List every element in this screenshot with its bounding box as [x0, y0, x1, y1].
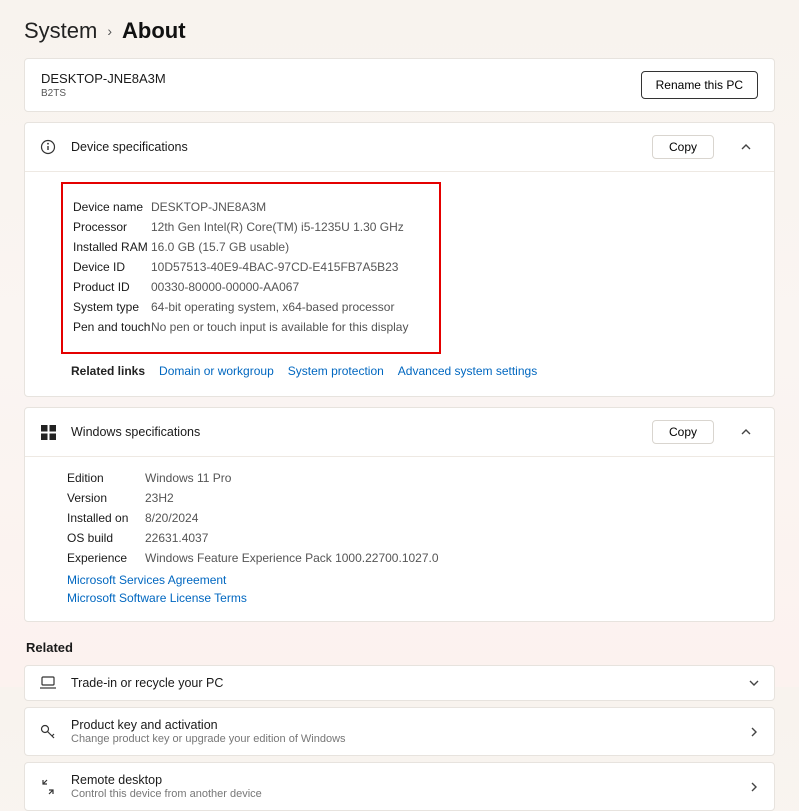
pc-name: DESKTOP-JNE8A3M — [41, 71, 166, 86]
related-tradein[interactable]: Trade-in or recycle your PC — [24, 665, 775, 701]
device-specs-body: Device nameDESKTOP-JNE8A3M Processor12th… — [25, 171, 774, 396]
pc-name-card: DESKTOP-JNE8A3M B2TS Rename this PC — [24, 58, 775, 112]
chevron-right-icon — [748, 726, 760, 738]
spec-value: 12th Gen Intel(R) Core(TM) i5-1235U 1.30… — [151, 218, 404, 236]
spec-value: 64-bit operating system, x64-based proce… — [151, 298, 394, 316]
spec-value: No pen or touch input is available for t… — [151, 318, 408, 336]
spec-value: 10D57513-40E9-4BAC-97CD-E415FB7A5B23 — [151, 258, 398, 276]
copy-device-specs-button[interactable]: Copy — [652, 135, 714, 159]
spec-label: System type — [73, 298, 151, 316]
chevron-right-icon — [748, 781, 760, 793]
spec-label: Edition — [67, 469, 145, 487]
collapse-device-specs-button[interactable] — [732, 133, 760, 161]
related-item-sub: Control this device from another device — [71, 788, 734, 800]
spec-label: Pen and touch — [73, 318, 151, 336]
chevron-up-icon — [740, 426, 752, 438]
windows-icon — [39, 425, 57, 440]
spec-value: 8/20/2024 — [145, 509, 198, 527]
spec-label: Product ID — [73, 278, 151, 296]
spec-label: Device ID — [73, 258, 151, 276]
related-item-title: Product key and activation — [71, 718, 734, 732]
spec-value: Windows Feature Experience Pack 1000.227… — [145, 549, 439, 567]
chevron-up-icon — [740, 141, 752, 153]
related-heading: Related — [26, 640, 775, 655]
windows-specs-body: EditionWindows 11 Pro Version23H2 Instal… — [25, 456, 774, 621]
copy-windows-specs-button[interactable]: Copy — [652, 420, 714, 444]
related-remote-desktop[interactable]: Remote desktop Control this device from … — [24, 762, 775, 811]
chevron-down-icon — [748, 677, 760, 689]
chevron-right-icon: › — [107, 23, 112, 39]
spec-value: 16.0 GB (15.7 GB usable) — [151, 238, 289, 256]
windows-specs-title: Windows specifications — [71, 425, 638, 439]
domain-workgroup-link[interactable]: Domain or workgroup — [159, 364, 274, 378]
spec-value: 22631.4037 — [145, 529, 208, 547]
key-icon — [39, 723, 57, 741]
windows-specs-card: Windows specifications Copy EditionWindo… — [24, 407, 775, 622]
device-specs-title: Device specifications — [71, 140, 638, 154]
spec-label: Experience — [67, 549, 145, 567]
laptop-icon — [39, 676, 57, 690]
page-title: About — [122, 18, 186, 44]
spec-value: DESKTOP-JNE8A3M — [151, 198, 266, 216]
license-terms-link[interactable]: Microsoft Software License Terms — [67, 589, 758, 607]
pc-subname: B2TS — [41, 88, 166, 99]
device-specs-card: Device specifications Copy Device nameDE… — [24, 122, 775, 397]
remote-desktop-icon — [39, 778, 57, 796]
spec-value: 23H2 — [145, 489, 174, 507]
advanced-settings-link[interactable]: Advanced system settings — [398, 364, 537, 378]
spec-label: Installed on — [67, 509, 145, 527]
rename-pc-button[interactable]: Rename this PC — [641, 71, 758, 99]
info-icon — [39, 139, 57, 155]
spec-label: Version — [67, 489, 145, 507]
related-item-title: Remote desktop — [71, 773, 734, 787]
collapse-windows-specs-button[interactable] — [732, 418, 760, 446]
related-item-title: Trade-in or recycle your PC — [71, 676, 734, 690]
system-protection-link[interactable]: System protection — [288, 364, 384, 378]
breadcrumb-parent[interactable]: System — [24, 18, 97, 44]
related-product-key[interactable]: Product key and activation Change produc… — [24, 707, 775, 756]
spec-label: Device name — [73, 198, 151, 216]
spec-value: 00330-80000-00000-AA067 — [151, 278, 299, 296]
services-agreement-link[interactable]: Microsoft Services Agreement — [67, 571, 758, 589]
spec-label: Installed RAM — [73, 238, 151, 256]
spec-label: OS build — [67, 529, 145, 547]
spec-value: Windows 11 Pro — [145, 469, 231, 487]
breadcrumb: System › About — [24, 18, 775, 44]
highlighted-specs: Device nameDESKTOP-JNE8A3M Processor12th… — [61, 182, 441, 354]
spec-label: Processor — [73, 218, 151, 236]
related-links-label: Related links — [71, 364, 145, 378]
related-item-sub: Change product key or upgrade your editi… — [71, 733, 734, 745]
